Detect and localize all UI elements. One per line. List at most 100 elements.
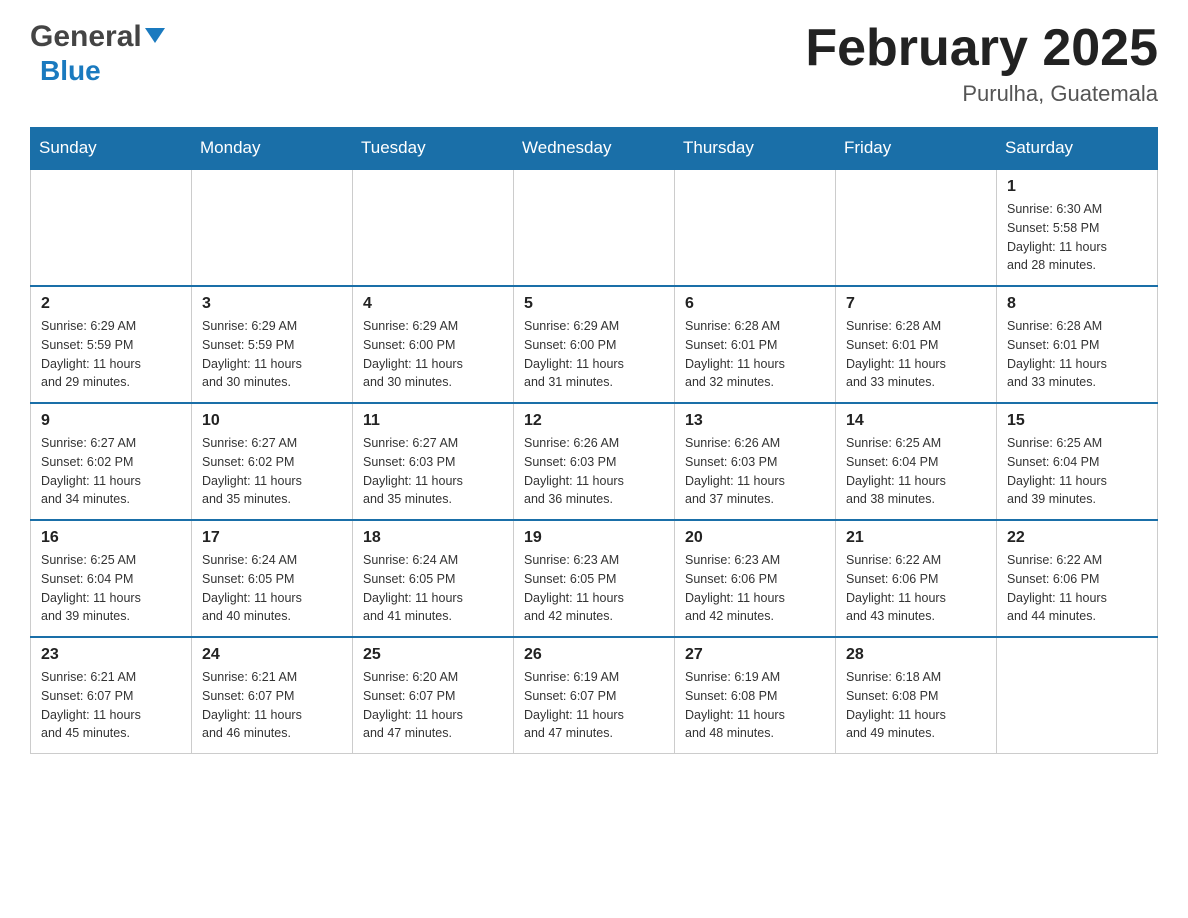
day-info: Sunrise: 6:18 AM Sunset: 6:08 PM Dayligh… [846, 668, 986, 743]
table-row: 20 Sunrise: 6:23 AM Sunset: 6:06 PM Dayli… [675, 520, 836, 637]
day-number: 1 [1007, 178, 1147, 196]
day-number: 24 [202, 646, 342, 664]
day-number: 5 [524, 295, 664, 313]
day-info: Sunrise: 6:28 AM Sunset: 6:01 PM Dayligh… [685, 317, 825, 392]
day-number: 12 [524, 412, 664, 430]
calendar-header-row: Sunday Monday Tuesday Wednesday Thursday… [31, 128, 1158, 170]
day-info: Sunrise: 6:21 AM Sunset: 6:07 PM Dayligh… [41, 668, 181, 743]
day-info: Sunrise: 6:29 AM Sunset: 6:00 PM Dayligh… [363, 317, 503, 392]
table-row: 22 Sunrise: 6:22 AM Sunset: 6:06 PM Dayli… [997, 520, 1158, 637]
table-row [192, 169, 353, 286]
logo-general-text: General [30, 20, 142, 55]
logo: General Blue [30, 20, 165, 87]
location: Purulha, Guatemala [805, 81, 1158, 107]
col-wednesday: Wednesday [514, 128, 675, 170]
table-row [31, 169, 192, 286]
day-info: Sunrise: 6:22 AM Sunset: 6:06 PM Dayligh… [846, 551, 986, 626]
table-row: 1 Sunrise: 6:30 AM Sunset: 5:58 PM Daylig… [997, 169, 1158, 286]
day-info: Sunrise: 6:25 AM Sunset: 6:04 PM Dayligh… [1007, 434, 1147, 509]
day-info: Sunrise: 6:26 AM Sunset: 6:03 PM Dayligh… [685, 434, 825, 509]
day-info: Sunrise: 6:24 AM Sunset: 6:05 PM Dayligh… [363, 551, 503, 626]
table-row: 11 Sunrise: 6:27 AM Sunset: 6:03 PM Dayli… [353, 403, 514, 520]
day-info: Sunrise: 6:27 AM Sunset: 6:02 PM Dayligh… [202, 434, 342, 509]
day-info: Sunrise: 6:21 AM Sunset: 6:07 PM Dayligh… [202, 668, 342, 743]
day-number: 27 [685, 646, 825, 664]
col-sunday: Sunday [31, 128, 192, 170]
day-number: 6 [685, 295, 825, 313]
day-number: 18 [363, 529, 503, 547]
table-row: 10Sunrise: 6:27 AM Sunset: 6:02 PM Dayli… [192, 403, 353, 520]
day-info: Sunrise: 6:27 AM Sunset: 6:03 PM Dayligh… [363, 434, 503, 509]
table-row: 27 Sunrise: 6:19 AM Sunset: 6:08 PM Dayli… [675, 637, 836, 754]
calendar-week-row: 2Sunrise: 6:29 AM Sunset: 5:59 PM Daylig… [31, 286, 1158, 403]
day-number: 21 [846, 529, 986, 547]
table-row: 14Sunrise: 6:25 AM Sunset: 6:04 PM Dayli… [836, 403, 997, 520]
day-number: 9 [41, 412, 181, 430]
day-info: Sunrise: 6:23 AM Sunset: 6:06 PM Dayligh… [685, 551, 825, 626]
day-info: Sunrise: 6:22 AM Sunset: 6:06 PM Dayligh… [1007, 551, 1147, 626]
day-info: Sunrise: 6:23 AM Sunset: 6:05 PM Dayligh… [524, 551, 664, 626]
table-row: 7Sunrise: 6:28 AM Sunset: 6:01 PM Daylig… [836, 286, 997, 403]
col-friday: Friday [836, 128, 997, 170]
day-number: 15 [1007, 412, 1147, 430]
col-saturday: Saturday [997, 128, 1158, 170]
table-row [514, 169, 675, 286]
col-thursday: Thursday [675, 128, 836, 170]
day-number: 8 [1007, 295, 1147, 313]
table-row: 19 Sunrise: 6:23 AM Sunset: 6:05 PM Dayli… [514, 520, 675, 637]
day-info: Sunrise: 6:25 AM Sunset: 6:04 PM Dayligh… [41, 551, 181, 626]
day-info: Sunrise: 6:24 AM Sunset: 6:05 PM Dayligh… [202, 551, 342, 626]
calendar-week-row: 16Sunrise: 6:25 AM Sunset: 6:04 PM Dayli… [31, 520, 1158, 637]
table-row: 23 Sunrise: 6:21 AM Sunset: 6:07 PM Dayli… [31, 637, 192, 754]
calendar-week-row: 9 Sunrise: 6:27 AM Sunset: 6:02 PM Daylig… [31, 403, 1158, 520]
day-info: Sunrise: 6:28 AM Sunset: 6:01 PM Dayligh… [1007, 317, 1147, 392]
table-row [675, 169, 836, 286]
day-info: Sunrise: 6:29 AM Sunset: 6:00 PM Dayligh… [524, 317, 664, 392]
table-row: 3Sunrise: 6:29 AM Sunset: 5:59 PM Daylig… [192, 286, 353, 403]
table-row: 6 Sunrise: 6:28 AM Sunset: 6:01 PM Daylig… [675, 286, 836, 403]
day-number: 11 [363, 412, 503, 430]
day-number: 26 [524, 646, 664, 664]
table-row: 9 Sunrise: 6:27 AM Sunset: 6:02 PM Daylig… [31, 403, 192, 520]
day-number: 3 [202, 295, 342, 313]
month-title: February 2025 [805, 20, 1158, 77]
logo-triangle-icon [145, 28, 165, 43]
title-block: February 2025 Purulha, Guatemala [805, 20, 1158, 107]
table-row: 25Sunrise: 6:20 AM Sunset: 6:07 PM Dayli… [353, 637, 514, 754]
day-info: Sunrise: 6:26 AM Sunset: 6:03 PM Dayligh… [524, 434, 664, 509]
logo-blue-text: Blue [40, 55, 101, 87]
day-number: 19 [524, 529, 664, 547]
table-row: 26 Sunrise: 6:19 AM Sunset: 6:07 PM Dayli… [514, 637, 675, 754]
day-number: 28 [846, 646, 986, 664]
logo-row2: Blue [40, 55, 165, 87]
page-header: General Blue February 2025 Purulha, Guat… [30, 20, 1158, 107]
table-row: 16Sunrise: 6:25 AM Sunset: 6:04 PM Dayli… [31, 520, 192, 637]
table-row: 28 Sunrise: 6:18 AM Sunset: 6:08 PM Dayli… [836, 637, 997, 754]
table-row: 8 Sunrise: 6:28 AM Sunset: 6:01 PM Daylig… [997, 286, 1158, 403]
day-number: 22 [1007, 529, 1147, 547]
calendar-week-row: 23 Sunrise: 6:21 AM Sunset: 6:07 PM Dayli… [31, 637, 1158, 754]
table-row: 2Sunrise: 6:29 AM Sunset: 5:59 PM Daylig… [31, 286, 192, 403]
day-info: Sunrise: 6:19 AM Sunset: 6:07 PM Dayligh… [524, 668, 664, 743]
table-row: 21 Sunrise: 6:22 AM Sunset: 6:06 PM Dayli… [836, 520, 997, 637]
col-tuesday: Tuesday [353, 128, 514, 170]
day-number: 20 [685, 529, 825, 547]
table-row: 17 Sunrise: 6:24 AM Sunset: 6:05 PM Dayli… [192, 520, 353, 637]
table-row: 12 Sunrise: 6:26 AM Sunset: 6:03 PM Dayli… [514, 403, 675, 520]
day-number: 2 [41, 295, 181, 313]
table-row [836, 169, 997, 286]
calendar-week-row: 1 Sunrise: 6:30 AM Sunset: 5:58 PM Daylig… [31, 169, 1158, 286]
day-number: 4 [363, 295, 503, 313]
table-row [997, 637, 1158, 754]
table-row: 5 Sunrise: 6:29 AM Sunset: 6:00 PM Daylig… [514, 286, 675, 403]
day-number: 13 [685, 412, 825, 430]
day-number: 23 [41, 646, 181, 664]
table-row: 18 Sunrise: 6:24 AM Sunset: 6:05 PM Dayli… [353, 520, 514, 637]
logo-row1: General [30, 20, 165, 55]
day-number: 17 [202, 529, 342, 547]
day-info: Sunrise: 6:30 AM Sunset: 5:58 PM Dayligh… [1007, 200, 1147, 275]
day-info: Sunrise: 6:27 AM Sunset: 6:02 PM Dayligh… [41, 434, 181, 509]
table-row: 15 Sunrise: 6:25 AM Sunset: 6:04 PM Dayli… [997, 403, 1158, 520]
day-info: Sunrise: 6:19 AM Sunset: 6:08 PM Dayligh… [685, 668, 825, 743]
table-row: 24 Sunrise: 6:21 AM Sunset: 6:07 PM Dayli… [192, 637, 353, 754]
